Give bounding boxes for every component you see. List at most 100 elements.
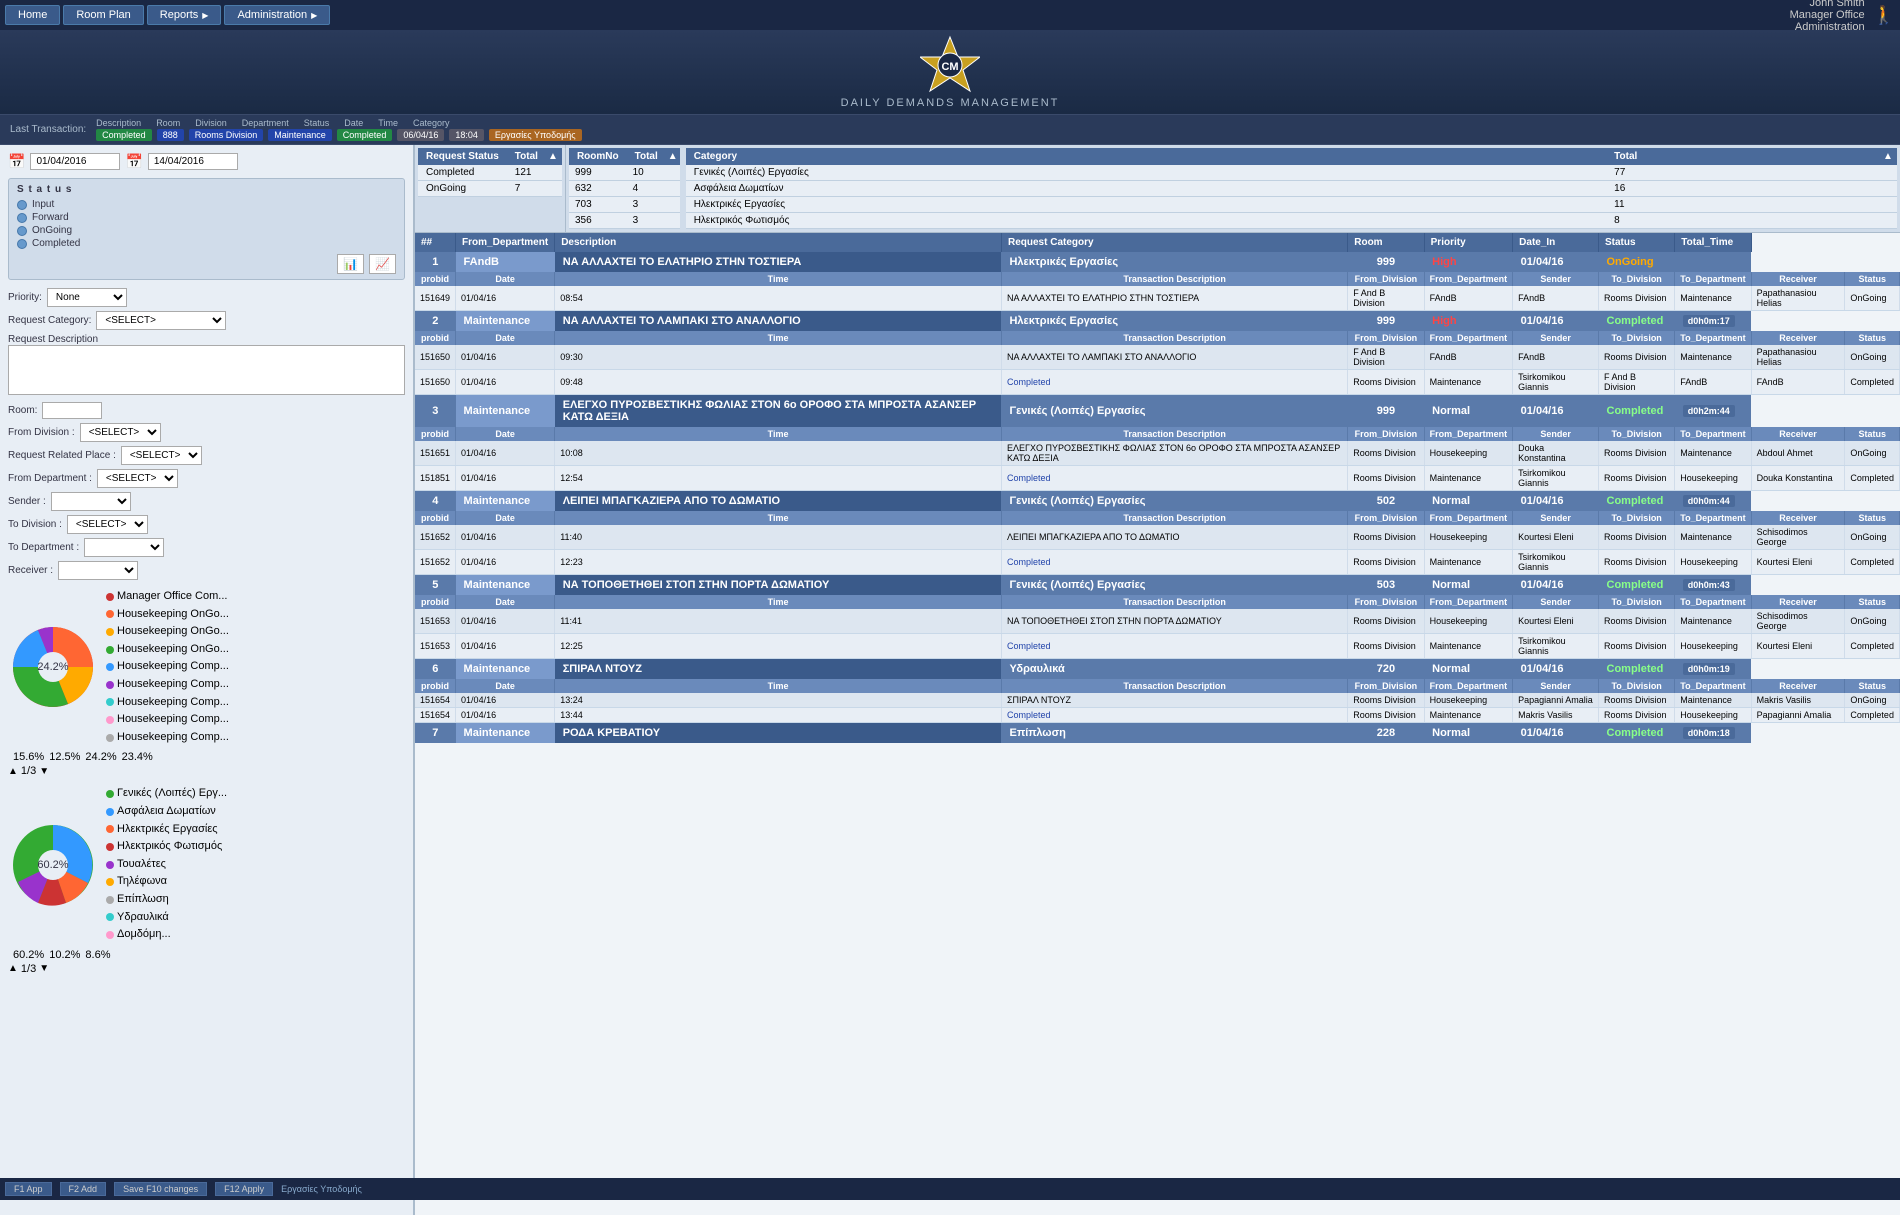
- sub-data-row[interactable]: 151652 01/04/16 12:23 Completed Rooms Di…: [415, 550, 1900, 575]
- sender-select[interactable]: [51, 492, 131, 511]
- cat-row[interactable]: Ηλεκτρικός Φωτισμός8: [686, 213, 1897, 229]
- sub-data-row[interactable]: 151654 01/04/16 13:44 Completed Rooms Di…: [415, 708, 1900, 723]
- sub-h-todept: To_Department: [1675, 272, 1751, 286]
- status-radio-ongoing[interactable]: [17, 226, 27, 236]
- status-radio-input[interactable]: [17, 200, 27, 210]
- date-from-input[interactable]: [30, 153, 120, 170]
- sub-status: Completed: [1845, 370, 1900, 395]
- main-group-row[interactable]: 6 Maintenance ΣΠΙΡΑΛ ΝΤΟΥΖ Υδραυλικά 720…: [415, 659, 1900, 680]
- save-btn[interactable]: Save F10 changes: [114, 1182, 207, 1196]
- room-scroll[interactable]: ▲: [666, 148, 680, 165]
- sub-h-time: Time: [555, 272, 1002, 286]
- cat-total-cell: 77: [1606, 165, 1881, 181]
- sub-h-date: Date: [456, 595, 555, 609]
- pie-1-prev[interactable]: ▲: [8, 766, 18, 777]
- from-dept-select[interactable]: <SELECT>: [97, 469, 178, 488]
- cat-row[interactable]: Γενικές (Λοιπές) Εργασίες77: [686, 165, 1897, 181]
- sub-from-dept: Maintenance: [1424, 370, 1513, 395]
- pie-2-next[interactable]: ▼: [39, 963, 49, 974]
- receiver-select[interactable]: [58, 561, 138, 580]
- app-header: CM DAILY DEMANDS MANAGEMENT: [0, 30, 1900, 114]
- sub-to-dept: Maintenance: [1675, 345, 1751, 370]
- sub-tx-desc-completed[interactable]: Completed: [1001, 370, 1347, 395]
- sub-data-row[interactable]: 151649 01/04/16 08:54 ΝΑ ΑΛΛΑΧΤΕΙ ΤΟ ΕΛΑ…: [415, 286, 1900, 311]
- tx-header-category: Category: [413, 118, 450, 128]
- last-transaction-bar: Last Transaction: Description Room Divis…: [0, 114, 1900, 145]
- req-status-row[interactable]: Completed121: [418, 165, 562, 181]
- f2-btn[interactable]: F2 Add: [60, 1182, 107, 1196]
- sub-tx-desc-completed[interactable]: Completed: [1001, 466, 1347, 491]
- nav-room-plan[interactable]: Room Plan: [63, 5, 143, 25]
- status-radio-completed[interactable]: [17, 239, 27, 249]
- sub-from-dept: Maintenance: [1424, 466, 1513, 491]
- sub-from-div: Rooms Division: [1348, 370, 1424, 395]
- status-label-input: Input: [32, 199, 54, 210]
- status-radio-forward[interactable]: [17, 213, 27, 223]
- main-group-row[interactable]: 3 Maintenance ΕΛΕΓΧΟ ΠΥΡΟΣΒΕΣΤΙΚΗΣ ΦΩΛΙΑ…: [415, 395, 1900, 428]
- date-to-input[interactable]: [148, 153, 238, 170]
- priority-select[interactable]: None High Normal Low: [47, 288, 127, 307]
- group-category: Γενικές (Λοιπές) Εργασίες: [1001, 575, 1347, 596]
- nav-reports[interactable]: Reports ▶: [147, 5, 222, 25]
- sub-data-row[interactable]: 151650 01/04/16 09:30 ΝΑ ΑΛΛΑΧΤΕΙ ΤΟ ΛΑΜ…: [415, 345, 1900, 370]
- f12-btn[interactable]: F12 Apply: [215, 1182, 273, 1196]
- pie-1-next[interactable]: ▼: [39, 766, 49, 777]
- sub-tx-desc-completed[interactable]: Completed: [1001, 634, 1347, 659]
- sub-probid: 151654: [415, 708, 456, 723]
- sub-from-div: Rooms Division: [1348, 525, 1424, 550]
- sub-data-row[interactable]: 151651 01/04/16 10:08 ΕΛΕΓΧΟ ΠΥΡΟΣΒΕΣΤΙΚ…: [415, 441, 1900, 466]
- col-total-time: Total_Time: [1675, 233, 1751, 252]
- room-row[interactable]: 99910: [569, 165, 680, 181]
- cat-row[interactable]: Ασφάλεια Δωματίων16: [686, 181, 1897, 197]
- calendar-from-icon[interactable]: 📅: [8, 153, 25, 170]
- req-status-row[interactable]: OnGoing7: [418, 181, 562, 197]
- calendar-to-icon[interactable]: 📅: [125, 153, 142, 170]
- pie-2-prev[interactable]: ▲: [8, 963, 18, 974]
- request-category-select[interactable]: <SELECT>: [96, 311, 226, 330]
- group-description: ΣΠΙΡΑΛ ΝΤΟΥΖ: [555, 659, 1002, 680]
- request-desc-textarea[interactable]: [8, 345, 405, 395]
- room-total-cell: 10: [627, 165, 666, 181]
- chart-button[interactable]: 📈: [369, 254, 396, 274]
- sub-data-row[interactable]: 151654 01/04/16 13:24 ΣΠΙΡΑΛ ΝΤΟΥΖ Rooms…: [415, 693, 1900, 708]
- cat-row[interactable]: Ηλεκτρικές Εργασίες11: [686, 197, 1897, 213]
- room-row[interactable]: 6324: [569, 181, 680, 197]
- sub-receiver: Kourtesi Eleni: [1751, 634, 1845, 659]
- sub-to-div: Rooms Division: [1599, 345, 1675, 370]
- pie-chart-2-section: 60.2% Γενικές (Λοιπές) Εργ... Ασφάλεια Δ…: [8, 785, 405, 974]
- sub-data-row[interactable]: 151653 01/04/16 12:25 Completed Rooms Di…: [415, 634, 1900, 659]
- sub-tx-desc-completed[interactable]: Completed: [1001, 708, 1347, 723]
- related-place-select[interactable]: <SELECT>: [121, 446, 202, 465]
- nav-administration[interactable]: Administration ▶: [224, 5, 330, 25]
- req-scroll[interactable]: ▲: [546, 148, 562, 165]
- sub-data-row[interactable]: 151653 01/04/16 11:41 ΝΑ ΤΟΠΟΘΕΤΗΘΕΙ ΣΤΟ…: [415, 609, 1900, 634]
- nav-home[interactable]: Home: [5, 5, 60, 25]
- main-group-row[interactable]: 4 Maintenance ΛΕΙΠΕΙ ΜΠΑΓΚΑΖΙΕΡΑ ΑΠΟ ΤΟ …: [415, 491, 1900, 512]
- group-from-dept: Maintenance: [456, 311, 555, 332]
- sub-receiver: Papagianni Amalia: [1751, 708, 1845, 723]
- to-division-select[interactable]: <SELECT>: [67, 515, 148, 534]
- sub-h-fromdept: From_Department: [1424, 331, 1513, 345]
- room-input[interactable]: [42, 402, 102, 419]
- sub-to-dept: Housekeeping: [1675, 708, 1751, 723]
- to-dept-select[interactable]: [84, 538, 164, 557]
- sub-data-row[interactable]: 151851 01/04/16 12:54 Completed Rooms Di…: [415, 466, 1900, 491]
- room-row[interactable]: 3563: [569, 213, 680, 229]
- group-priority: High: [1424, 311, 1513, 332]
- sub-tx-desc-completed[interactable]: Completed: [1001, 550, 1347, 575]
- room-row[interactable]: 7033: [569, 197, 680, 213]
- main-group-row[interactable]: 1 FAndB ΝΑ ΑΛΛΑΧΤΕΙ ΤΟ ΕΛΑΤΗΡΙΟ ΣΤΗΝ ΤΟΣ…: [415, 252, 1900, 272]
- bar-chart-button[interactable]: 📊: [337, 254, 364, 274]
- main-group-row[interactable]: 5 Maintenance ΝΑ ΤΟΠΟΘΕΤΗΘΕΙ ΣΤΟΠ ΣΤΗΝ Π…: [415, 575, 1900, 596]
- main-group-row[interactable]: 2 Maintenance ΝΑ ΑΛΛΑΧΤΕΙ ΤΟ ΛΑΜΠΑΚΙ ΣΤΟ…: [415, 311, 1900, 332]
- main-group-row[interactable]: 7 Maintenance ΡΟΔΑ ΚΡΕΒΑΤΙΟΥ Επίπλωση 22…: [415, 723, 1900, 744]
- sub-data-row[interactable]: 151650 01/04/16 09:48 Completed Rooms Di…: [415, 370, 1900, 395]
- cat-scroll[interactable]: ▲: [1881, 148, 1897, 165]
- sub-data-row[interactable]: 151652 01/04/16 11:40 ΛΕΙΠΕΙ ΜΠΑΓΚΑΖΙΕΡΑ…: [415, 525, 1900, 550]
- sub-time: 08:54: [555, 286, 1002, 311]
- pie-1-values: 15.6% 12.5% 24.2% 23.4%: [13, 751, 405, 763]
- room-table: RoomNo Total ▲ 99910632470333563: [566, 145, 683, 232]
- from-division-select[interactable]: <SELECT>: [80, 423, 161, 442]
- f1-btn[interactable]: F1 App: [5, 1182, 52, 1196]
- group-date-in: 01/04/16: [1513, 575, 1599, 596]
